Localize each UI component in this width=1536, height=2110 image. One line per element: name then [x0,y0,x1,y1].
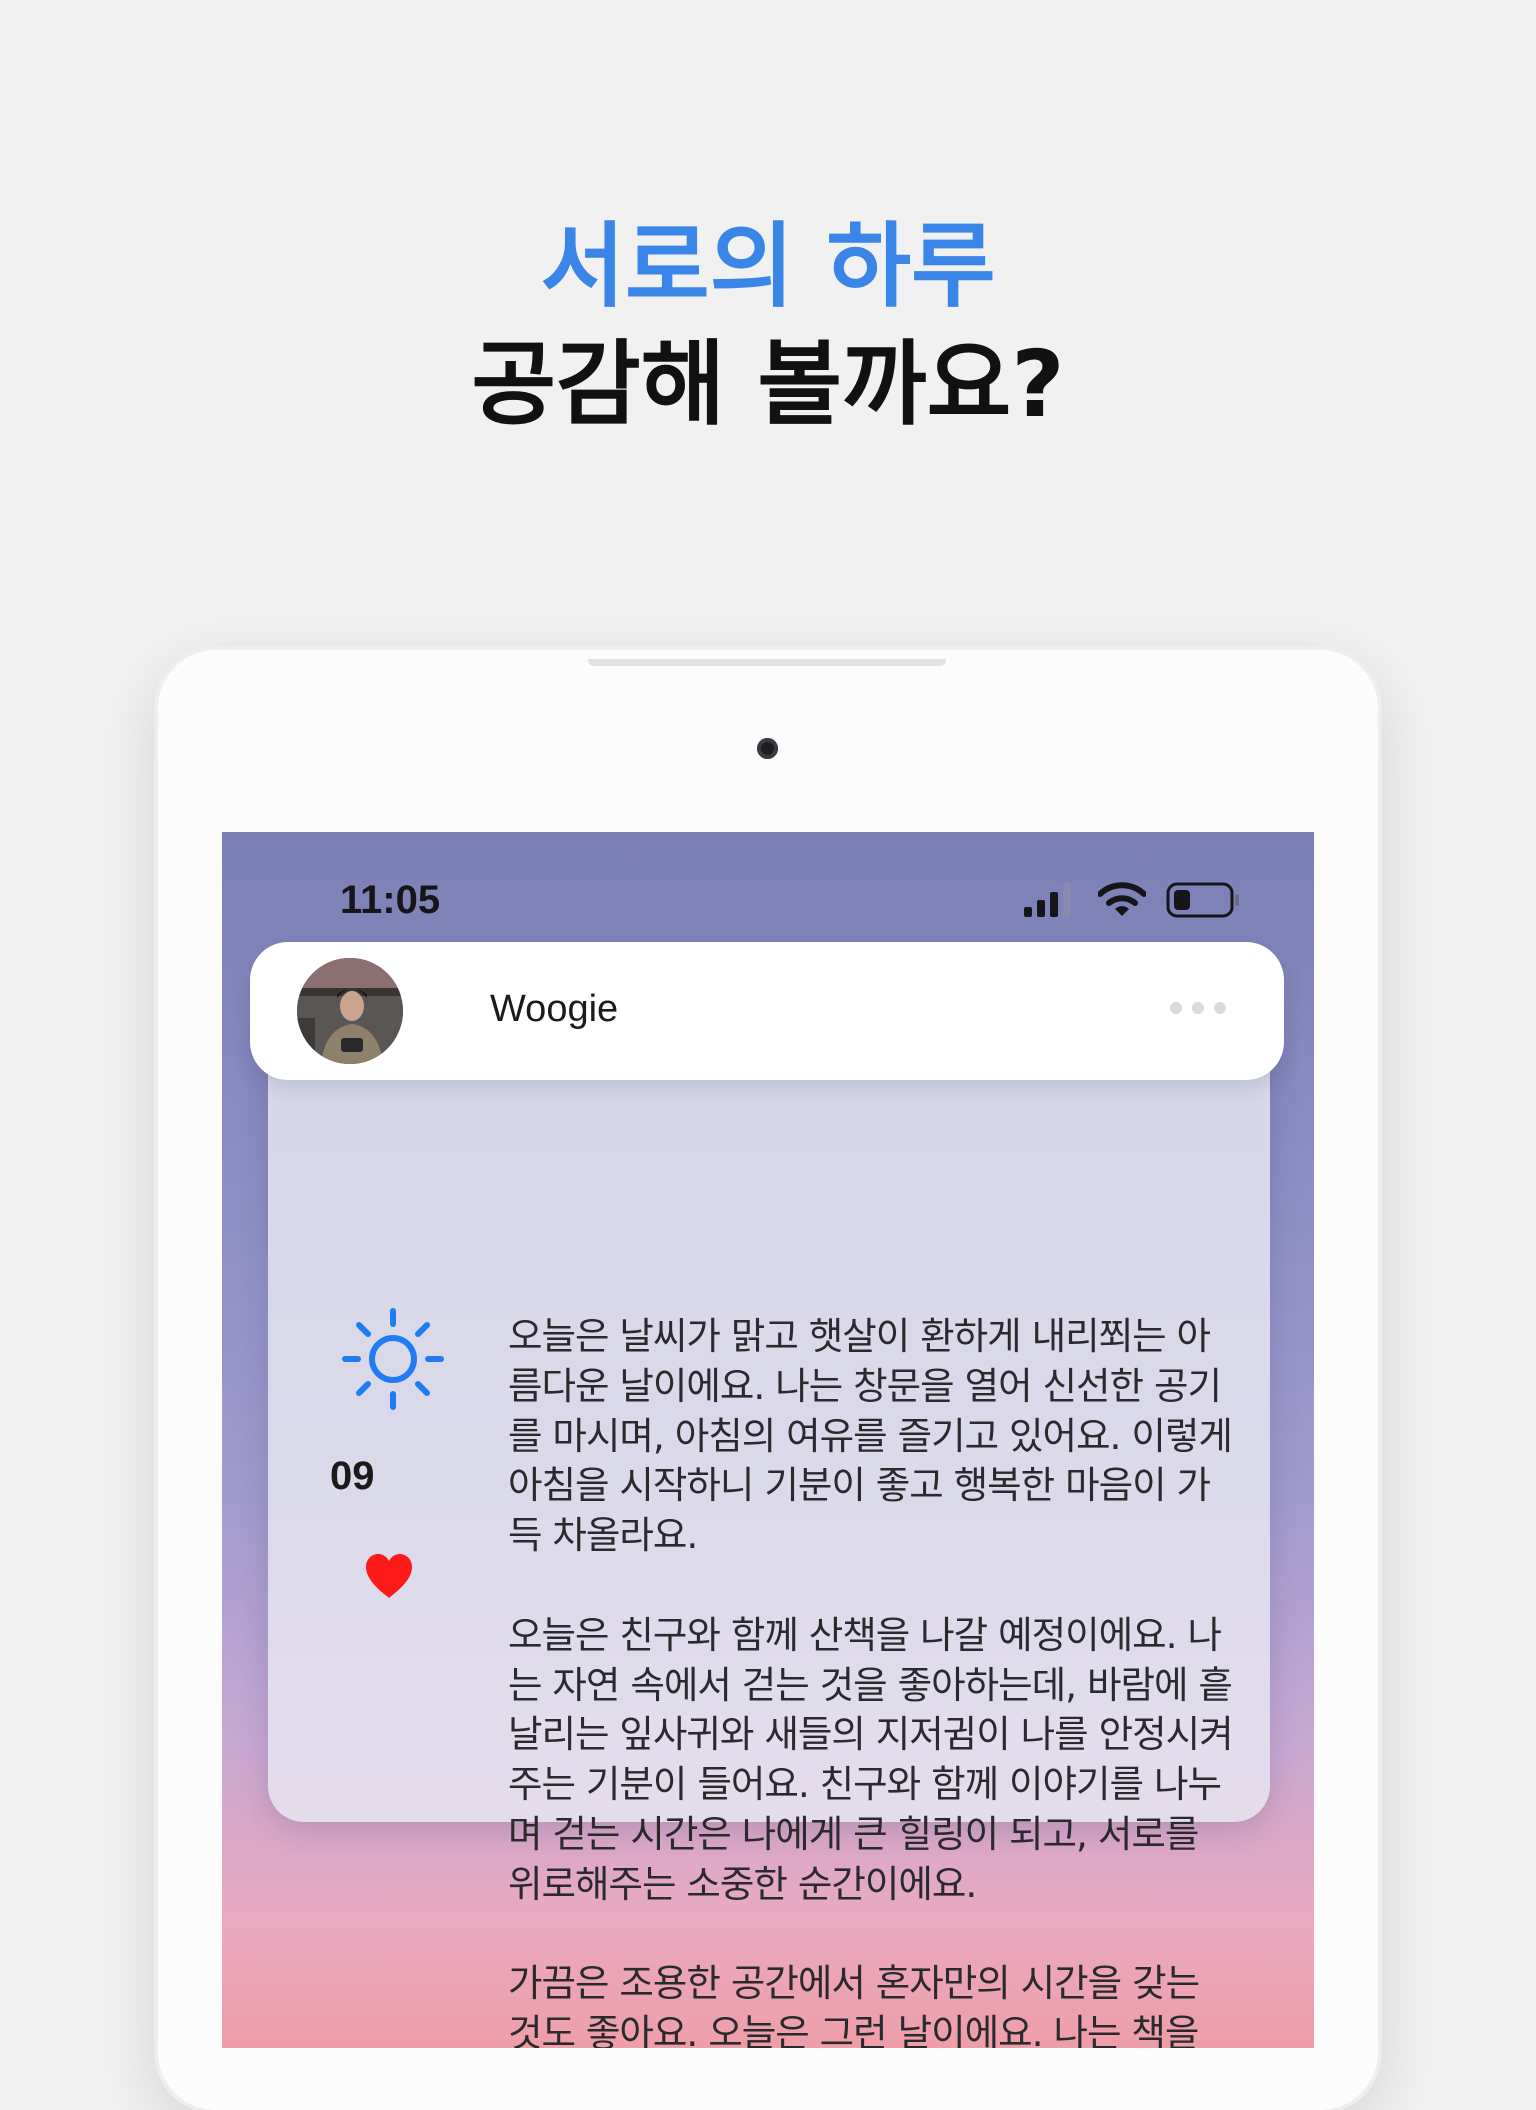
dot [1214,1002,1226,1014]
diary-paragraph: 가끔은 조용한 공간에서 혼자만의 시간을 갖는 것도 좋아요. 오늘은 그런 … [508,1961,1200,2048]
wifi-icon [1098,882,1146,916]
heart-icon[interactable] [364,1552,414,1600]
camera-icon [757,738,778,759]
headline-main: 공감해 볼까요? [471,331,1065,438]
headline-accent: 서로의 하루 [540,213,996,320]
tablet-top-button [588,659,946,666]
status-icons [1024,882,1242,918]
avatar[interactable] [297,958,403,1064]
cellular-signal-icon [1024,883,1071,917]
diary-card[interactable]: 09 오늘은 날씨가 맑고 햇살이 환하게 내리쬐는 아 름다운 날이에요. 나… [268,1002,1270,2048]
diary-text: 오늘은 날씨가 맑고 햇살이 환하게 내리쬐는 아 름다운 날이에요. 나는 창… [508,1312,1308,2048]
dot [1192,1002,1204,1014]
sun-icon [342,1308,444,1410]
diary-paragraph: 오늘은 친구와 함께 산책을 나갈 예정이에요. 나 는 자연 속에서 걷는 것… [508,1612,1234,1906]
post-header: Woogie [250,942,1284,1080]
day-number: 09 [330,1454,375,1498]
dot [1170,1002,1182,1014]
username[interactable]: Woogie [490,988,618,1031]
battery-icon [1166,882,1239,918]
more-dots-icon[interactable] [1170,1002,1226,1014]
diary-paragraph: 오늘은 날씨가 맑고 햇살이 환하게 내리쬐는 아 름다운 날이에요. 나는 창… [508,1314,1233,1558]
app-screen: 11:05 09 오늘은 날씨가 맑고 햇살이 환하게 내리쬐는 아 름다운 날… [222,832,1314,2048]
status-time: 11:05 [340,878,441,922]
